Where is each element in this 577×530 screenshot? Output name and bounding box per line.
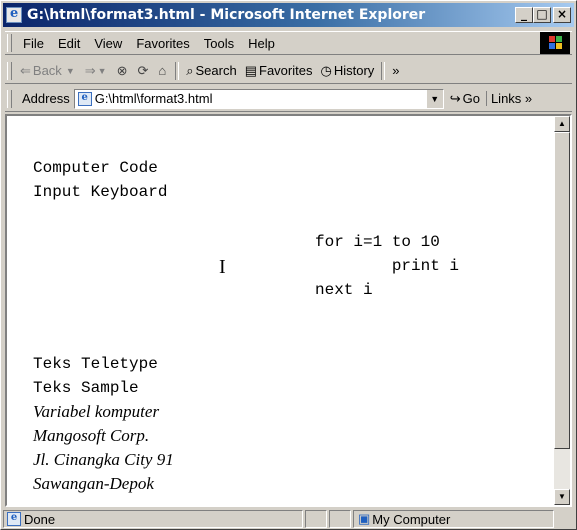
teletype-text: Teks Teletype (33, 355, 158, 373)
refresh-icon: ⟳ (137, 62, 149, 78)
menu-favorites[interactable]: Favorites (129, 36, 196, 51)
status-pane (305, 510, 327, 528)
address-grip[interactable] (7, 89, 12, 108)
security-zone-pane: ▣ My Computer (353, 510, 554, 528)
forward-dropdown-icon[interactable]: ▼ (98, 66, 107, 76)
go-button[interactable]: ↪ Go (444, 91, 486, 107)
variable-text: Variabel komputer (33, 402, 160, 421)
history-label: History (333, 63, 375, 78)
computer-code-text: Computer Code (33, 159, 158, 177)
ie-icon (6, 6, 22, 23)
favorites-label: Favorites (259, 63, 313, 78)
stop-button[interactable]: ⊗ (113, 63, 134, 79)
toolbar-separator (175, 61, 180, 80)
page-icon: e (77, 91, 92, 106)
address-dropdown-icon[interactable]: ▼ (425, 89, 443, 108)
go-arrow-icon: ↪ (449, 90, 461, 106)
status-bar: e Done ▣ My Computer (3, 509, 574, 529)
links-button[interactable]: Links » (485, 91, 536, 106)
menu-edit[interactable]: Edit (51, 36, 87, 51)
status-pane (329, 510, 351, 528)
page-content[interactable]: Computer Code Input Keyboard for i=1 to … (5, 114, 572, 507)
page-done-icon: e (7, 512, 21, 526)
maximize-button[interactable]: □ (533, 7, 551, 23)
windows-logo-icon (540, 32, 570, 54)
home-button[interactable]: ⌂ (154, 63, 172, 78)
refresh-button[interactable]: ⟳ (133, 63, 154, 79)
status-main-pane: e Done (3, 510, 303, 528)
resize-grip-icon[interactable] (556, 510, 574, 528)
search-label: Search (195, 63, 237, 78)
status-text: Done (24, 511, 56, 527)
toolbar-separator (381, 61, 386, 80)
window-controls: _ □ × (515, 7, 571, 23)
title-bar[interactable]: G:\html\format3.html - Microsoft Interne… (3, 3, 574, 27)
browser-window: G:\html\format3.html - Microsoft Interne… (0, 0, 577, 530)
back-dropdown-icon[interactable]: ▼ (66, 66, 75, 76)
sample-text: Teks Sample (33, 379, 139, 397)
address-line: Mangosoft Corp. (33, 426, 150, 445)
menu-file[interactable]: File (16, 36, 51, 51)
history-button[interactable]: ◷ History (316, 63, 378, 79)
home-icon: ⌂ (158, 63, 167, 78)
go-label: Go (462, 91, 480, 106)
favorites-icon: ▤ (244, 62, 258, 78)
text-cursor-icon: I (219, 256, 226, 278)
menu-view[interactable]: View (87, 36, 129, 51)
menu-tools[interactable]: Tools (197, 36, 241, 51)
menu-bar: File Edit View Favorites Tools Help (5, 31, 572, 55)
search-button[interactable]: ⌕ Search (182, 63, 240, 79)
back-label: Back (32, 63, 62, 78)
scroll-thumb[interactable] (554, 132, 570, 449)
address-label: Address (22, 91, 70, 106)
back-button[interactable]: ⇐ Back ▼ (16, 63, 81, 79)
zone-text: My Computer (372, 511, 451, 527)
stop-icon: ⊗ (116, 62, 128, 78)
toolbar-grip[interactable] (7, 61, 12, 80)
forward-button[interactable]: ⇒ ▼ (81, 63, 113, 79)
search-icon: ⌕ (186, 62, 194, 78)
preformatted-line: next i (315, 281, 373, 299)
history-icon: ◷ (320, 62, 332, 78)
scroll-up-button[interactable]: ▲ (554, 116, 570, 132)
address-bar: Address e G:\html\format3.html ▼ ↪ Go Li… (5, 86, 572, 112)
address-input[interactable]: e G:\html\format3.html ▼ (73, 88, 444, 109)
keyboard-input-text: Input Keyboard (33, 183, 168, 201)
toolbar-more-button[interactable]: » (388, 63, 403, 78)
standard-toolbar: ⇐ Back ▼ ⇒ ▼ ⊗ ⟳ ⌂ ⌕ Search ▤ Favorites … (5, 58, 572, 84)
window-title: G:\html\format3.html - Microsoft Interne… (27, 7, 426, 23)
address-line: Jl. Cinangka City 91 (33, 450, 174, 469)
preformatted-line: for i=1 to 10 (315, 233, 440, 251)
preformatted-line: print i (315, 257, 460, 275)
vertical-scrollbar[interactable]: ▲ ▼ (554, 116, 570, 505)
computer-icon: ▣ (358, 511, 371, 526)
scroll-down-button[interactable]: ▼ (554, 489, 570, 505)
address-line: Sawangan-Depok (33, 474, 154, 493)
back-arrow-icon: ⇐ (20, 62, 31, 78)
menu-grip[interactable] (7, 34, 12, 52)
favorites-button[interactable]: ▤ Favorites (241, 63, 317, 79)
address-value[interactable]: G:\html\format3.html (95, 91, 213, 106)
close-button[interactable]: × (553, 7, 571, 23)
minimize-button[interactable]: _ (515, 7, 533, 23)
menu-help[interactable]: Help (241, 36, 282, 51)
forward-arrow-icon: ⇒ (84, 62, 96, 78)
